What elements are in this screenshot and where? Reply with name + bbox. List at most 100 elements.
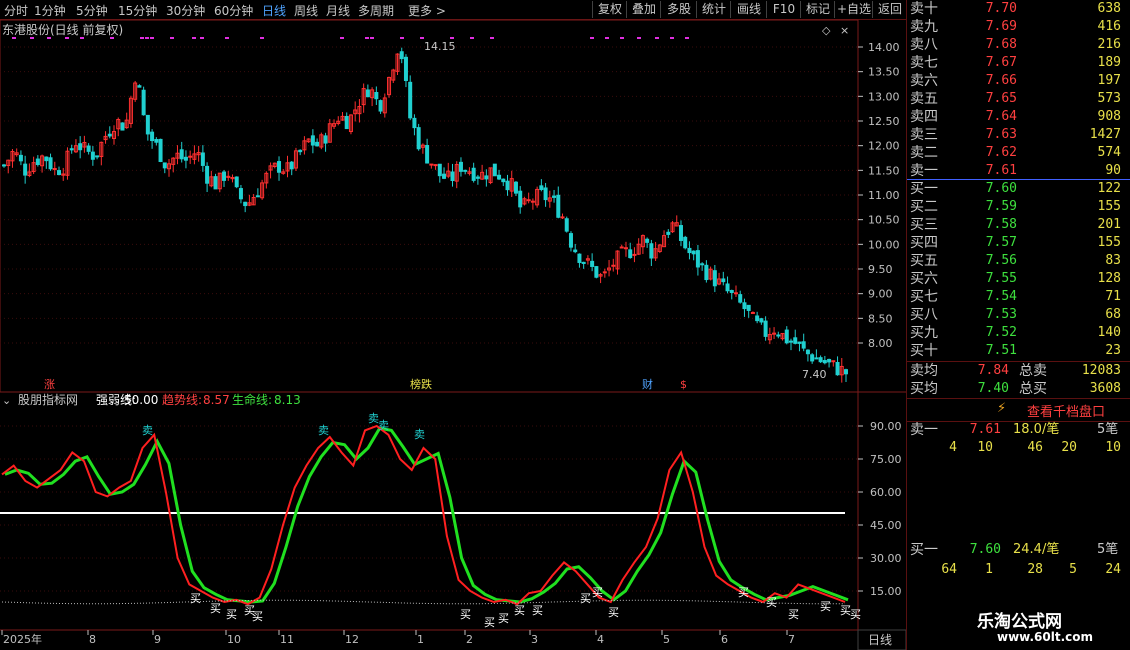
level-label: 卖六: [910, 73, 938, 89]
candle-body: [742, 302, 747, 310]
order-level-row[interactable]: 卖三 7.63 1427: [907, 126, 1130, 144]
buy1-detail-price: 7.60: [969, 542, 1001, 557]
candle-body: [733, 292, 738, 295]
candle-body: [577, 253, 582, 263]
sell1-detail-price: 7.61: [969, 422, 1001, 437]
signal-mark: [365, 37, 369, 39]
order-level-row[interactable]: 卖八 7.68 216: [907, 36, 1130, 54]
order-book-panel: 卖十 7.70 638 卖九 7.69 416 卖八 7.68 216 卖七 7.67 189 卖六 7.…: [906, 0, 1130, 650]
level-volume: 416: [1097, 19, 1121, 34]
level-price: 7.52: [985, 325, 1017, 340]
signal-mark: [225, 37, 229, 39]
signal-mark: [110, 37, 114, 39]
order-level-row[interactable]: 买六 7.55 128: [907, 270, 1130, 288]
candle-body: [590, 260, 595, 267]
candle-body: [505, 180, 510, 191]
y-tick-label: 13.50: [868, 66, 900, 79]
total-sell-value: 12083: [1081, 363, 1121, 378]
candle-body: [213, 176, 218, 190]
candle-body: [374, 92, 379, 100]
level-price: 7.62: [985, 145, 1017, 160]
y-tick-label: 75.00: [870, 453, 902, 466]
candle-body: [564, 218, 569, 232]
level-price: 7.53: [985, 307, 1017, 322]
life-line: [4, 426, 849, 604]
signal-mark: [637, 37, 641, 39]
candle-body: [120, 122, 125, 131]
diamond-icon[interactable]: ◇: [822, 24, 831, 37]
signal-mark: [400, 37, 404, 39]
y-tick-label: 8.00: [868, 337, 893, 350]
buy-signal-label: 买: [190, 592, 201, 605]
candle-body: [145, 114, 150, 135]
level-label: 买三: [910, 217, 938, 233]
candle-body: [492, 163, 497, 177]
level-volume: 574: [1097, 145, 1121, 160]
candle-body: [628, 249, 633, 259]
candle-body: [530, 200, 535, 203]
order-level-row[interactable]: 卖六 7.66 197: [907, 72, 1130, 90]
order-level-row[interactable]: 卖四 7.64 908: [907, 108, 1130, 126]
candle-body: [556, 194, 561, 218]
buy1-order-count: 5笔: [1097, 542, 1119, 557]
candle-body: [323, 135, 328, 144]
order-level-row[interactable]: 买四 7.57 155: [907, 234, 1130, 252]
candle-body: [712, 270, 717, 287]
order-level-row[interactable]: 买八 7.53 68: [907, 306, 1130, 324]
level-label: 卖五: [910, 91, 938, 107]
order-level-row[interactable]: 卖七 7.67 189: [907, 54, 1130, 72]
avg-sell-value: 7.84: [977, 363, 1009, 378]
signal-mark: [420, 37, 424, 39]
order-level-row[interactable]: 买五 7.56 83: [907, 252, 1130, 270]
candle-body: [560, 216, 565, 219]
signal-mark: [370, 37, 374, 39]
close-icon[interactable]: ×: [840, 24, 849, 37]
x-tick-label: 2025年: [3, 632, 42, 646]
x-tick-label: 6: [721, 633, 728, 646]
view-1000-button[interactable]: ⚡ 查看千档盘口: [907, 398, 1130, 422]
candle-body: [44, 156, 49, 162]
sell1-order: 10: [977, 440, 993, 455]
x-tick-label: 7: [788, 633, 795, 646]
candle-body: [57, 170, 62, 176]
level-label: 买四: [910, 235, 938, 251]
candle-body: [497, 174, 502, 180]
stock-chart[interactable]: 14.00 13.50 13.00 12.50 12.00 11.50 11.00 10.50…: [0, 0, 906, 650]
signal-mark: [140, 37, 144, 39]
view-1000-label: 查看千档盘口: [1027, 405, 1106, 420]
order-level-row[interactable]: 卖十 7.70 638: [907, 0, 1130, 18]
time-axis: 2025年 8 9 10 11 12 1 2 3 4 5 6 7: [1, 630, 795, 646]
x-tick-label: 8: [89, 633, 96, 646]
candle-body: [797, 341, 802, 344]
order-level-row[interactable]: 卖二 7.62 574: [907, 144, 1130, 162]
candle-body: [69, 148, 74, 151]
chart-title: 东港股份(日线 前复权): [2, 22, 123, 37]
buy-signal-label: 买: [608, 606, 619, 619]
candle-body: [403, 56, 408, 82]
order-level-row[interactable]: 卖五 7.65 573: [907, 90, 1130, 108]
candle-body: [2, 164, 6, 167]
level-volume: 573: [1097, 91, 1121, 106]
trend-line-value: 8.57: [203, 393, 230, 407]
buy1-order: 1: [985, 562, 993, 577]
buy-signal-label: 买: [766, 596, 777, 609]
order-level-row[interactable]: 买九 7.52 140: [907, 324, 1130, 342]
order-level-row[interactable]: 买一 7.60 122: [907, 180, 1130, 198]
sell1-order: 46: [1027, 440, 1043, 455]
order-level-row[interactable]: 买二 7.59 155: [907, 198, 1130, 216]
order-level-row[interactable]: 买十 7.51 23: [907, 342, 1130, 360]
buy1-detail-row: 买一 7.60 24.4/笔 5笔: [907, 541, 1130, 559]
candlesticks: [2, 47, 848, 383]
order-level-row[interactable]: 买三 7.58 201: [907, 216, 1130, 234]
order-level-row[interactable]: 买七 7.54 71: [907, 288, 1130, 306]
candle-body: [23, 163, 28, 176]
collapse-icon[interactable]: ⌄: [2, 394, 11, 407]
level-volume: 189: [1097, 55, 1121, 70]
order-level-row[interactable]: 卖一 7.61 90: [907, 162, 1130, 180]
order-level-row[interactable]: 卖九 7.69 416: [907, 18, 1130, 36]
level-label: 卖十: [910, 1, 938, 17]
signal-marks: [12, 37, 689, 39]
buy1-order: 24: [1105, 562, 1121, 577]
candle-body: [315, 141, 320, 147]
level-label: 卖二: [910, 145, 938, 161]
